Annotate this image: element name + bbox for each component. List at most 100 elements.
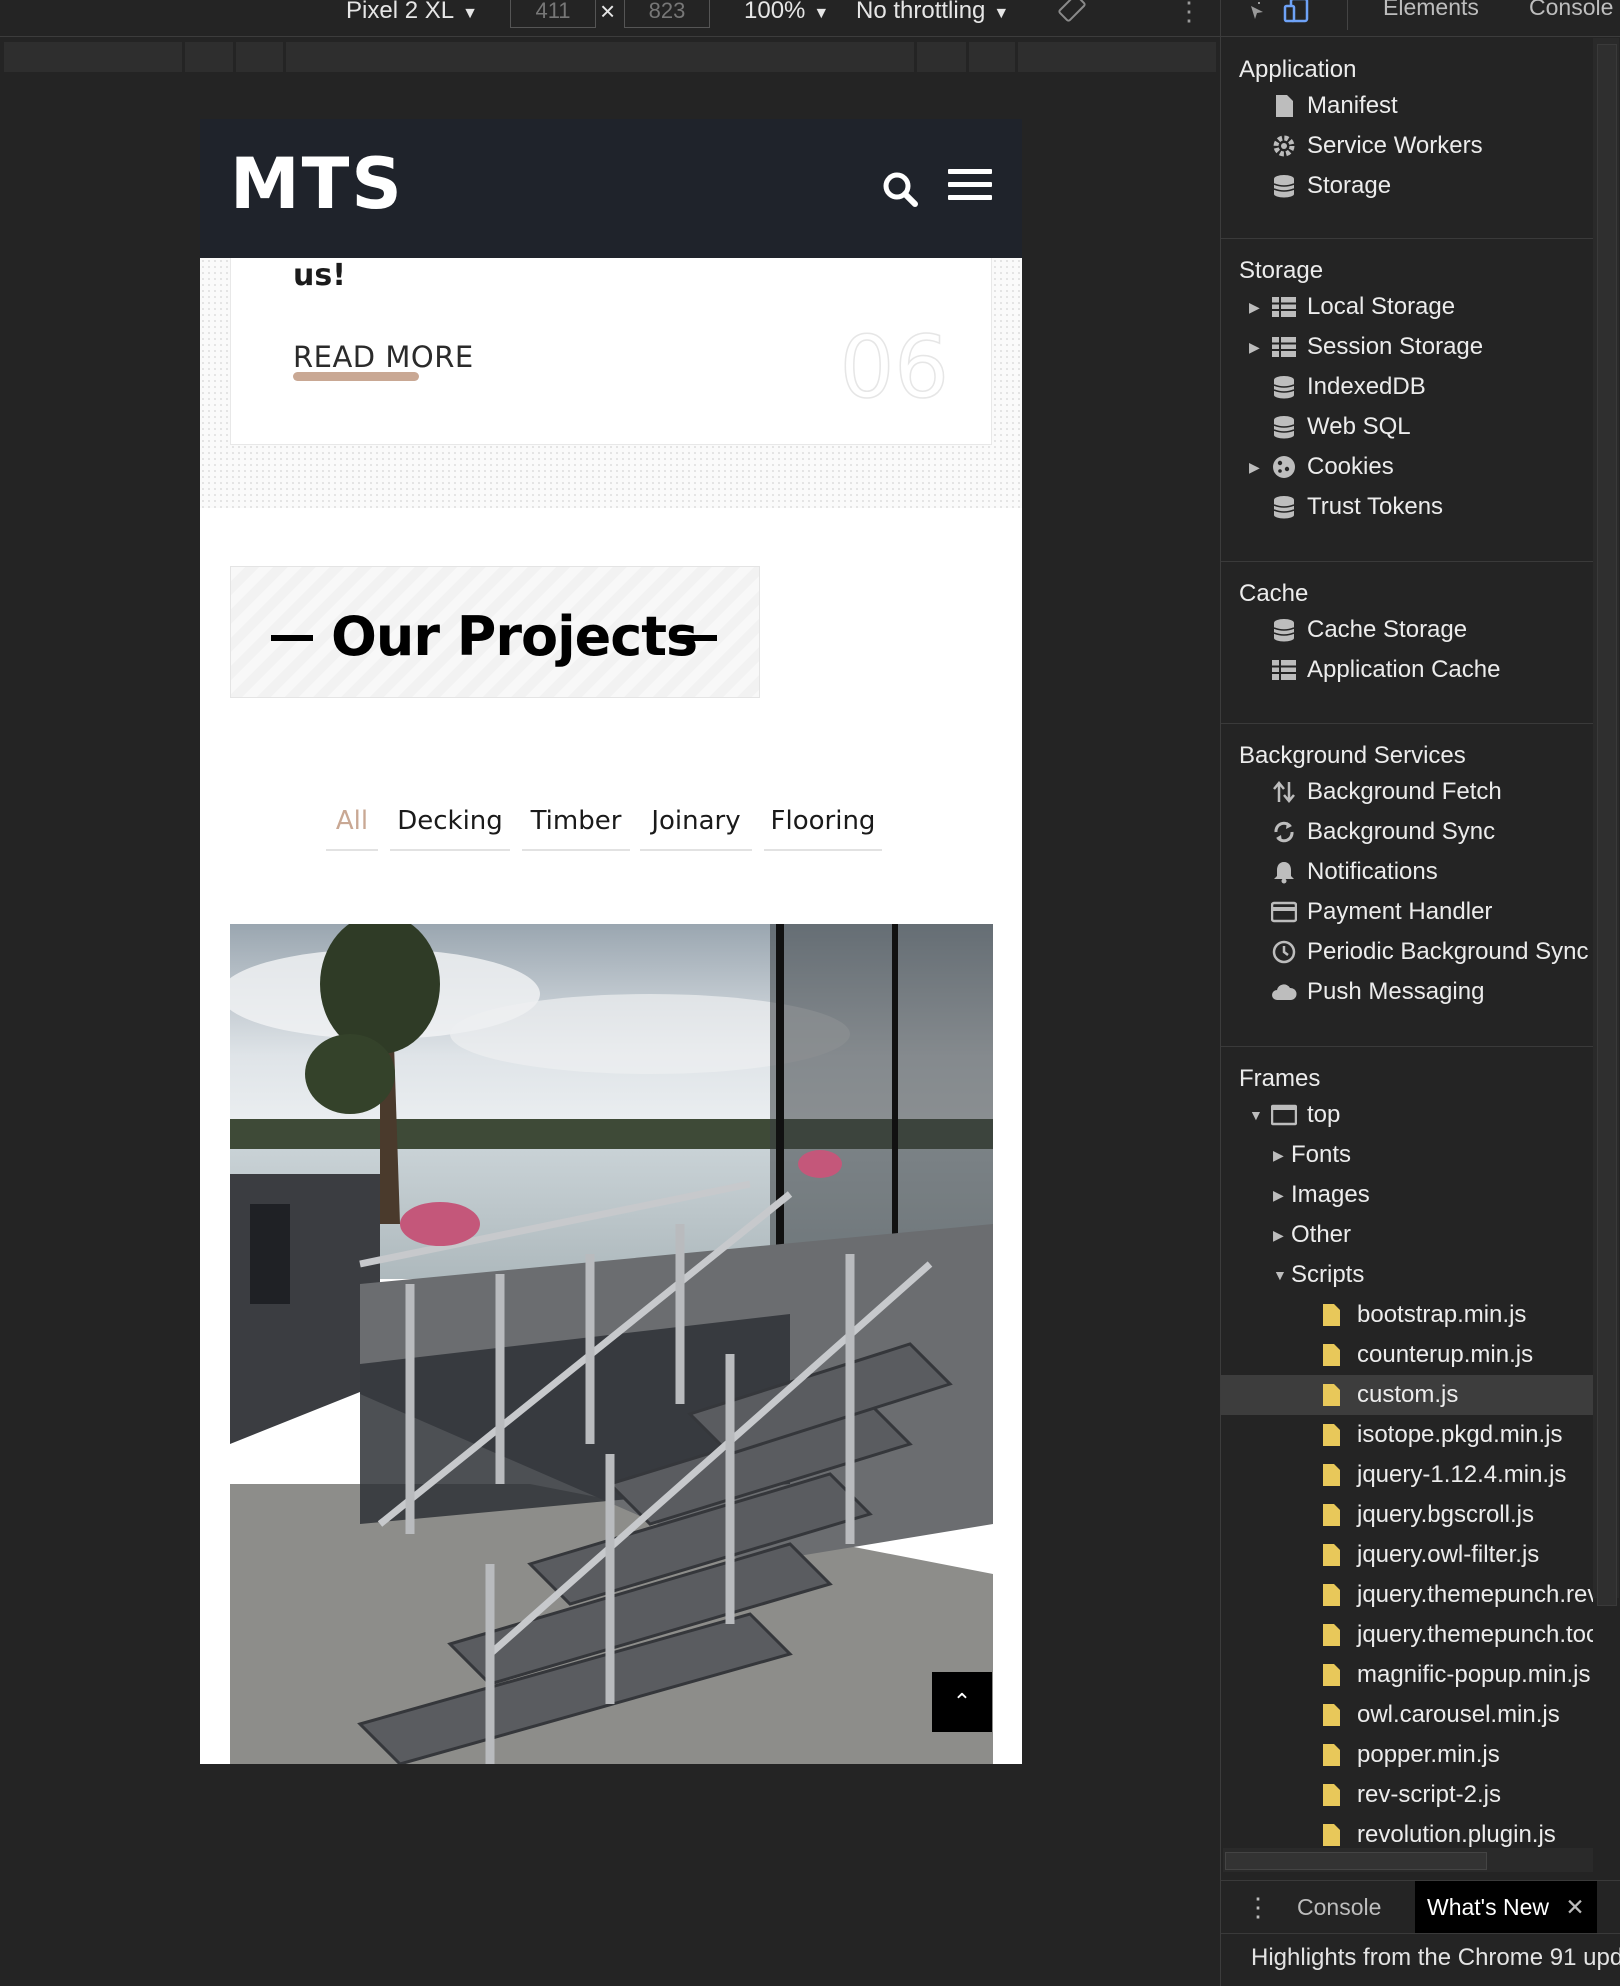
item-label: Cookies [1307,453,1394,480]
device-select[interactable]: Pixel 2 XL ▼ [346,0,478,28]
collapse-arrow-icon[interactable]: ▼ [1249,1095,1263,1135]
script-file-item[interactable]: owl.carousel.min.js [1221,1695,1593,1735]
site-header: MTS [200,119,1022,258]
height-input[interactable]: 823 [624,0,710,28]
item-label: Payment Handler [1307,898,1493,925]
script-file-item[interactable]: bootstrap.min.js [1221,1295,1593,1335]
tab-console[interactable]: Console [1529,0,1613,21]
media-query-ruler [4,42,1216,72]
rotate-icon[interactable] [1058,0,1086,28]
drawer-menu-icon[interactable]: ⋮ [1245,1881,1271,1933]
script-file-item[interactable]: jquery-1.12.4.min.js [1221,1455,1593,1495]
expand-arrow-icon[interactable]: ▶ [1249,447,1260,487]
script-file-item[interactable]: counterup.min.js [1221,1335,1593,1375]
sidebar-item-cookies[interactable]: ▶ Cookies [1221,447,1593,487]
filter-tab-decking[interactable]: Decking [390,799,510,851]
script-file-item[interactable]: popper.min.js [1221,1735,1593,1775]
sidebar-item-application-cache[interactable]: Application Cache [1221,650,1593,690]
hamburger-menu-icon[interactable] [948,169,992,205]
filter-tab-all[interactable]: All [326,799,378,851]
device-name: Pixel 2 XL [346,0,455,24]
collapse-arrow-icon[interactable]: ▼ [1273,1255,1287,1295]
sidebar-item-session-storage[interactable]: ▶ Session Storage [1221,327,1593,367]
throttling-select[interactable]: No throttling ▼ [856,0,1009,28]
width-input[interactable]: 411 [510,0,596,28]
frame-group-other[interactable]: ▶ Other [1221,1215,1593,1255]
frame-group-fonts[interactable]: ▶ Fonts [1221,1135,1593,1175]
script-file-item[interactable]: magnific-popup.min.js [1221,1655,1593,1695]
sidebar-item-periodic-background-sync[interactable]: Periodic Background Sync [1221,932,1593,972]
section-frames: Frames ▼ top ▶ Fonts ▶ Images ▶ Other ▼ … [1221,1047,1593,1848]
script-file-item[interactable]: isotope.pkgd.min.js [1221,1415,1593,1455]
section-title: Our Projects [331,605,698,668]
tab-divider [1347,0,1348,30]
frame-group-scripts[interactable]: ▼ Scripts [1221,1255,1593,1295]
more-options-icon[interactable]: ⋮ [1176,0,1202,28]
throttling-value: No throttling [856,0,986,24]
expand-arrow-icon[interactable]: ▶ [1273,1215,1284,1255]
sidebar-item-indexeddb[interactable]: IndexedDB [1221,367,1593,407]
close-icon[interactable]: ✕ [1565,1894,1584,1920]
expand-arrow-icon[interactable]: ▶ [1249,287,1260,327]
sidebar-item-manifest[interactable]: Manifest [1221,86,1593,126]
drawer-tab-whats-new[interactable]: What's New ✕ [1415,1881,1597,1933]
sidebar-item-web-sql[interactable]: Web SQL [1221,407,1593,447]
zoom-select[interactable]: 100% ▼ [744,0,829,28]
item-label: magnific-popup.min.js [1357,1661,1591,1688]
filter-tab-flooring[interactable]: Flooring [764,799,882,851]
vertical-scrollbar[interactable] [1593,38,1619,1606]
script-file-item[interactable]: jquery.themepunch.too [1221,1615,1593,1655]
filter-tab-joinary[interactable]: Joinary [640,799,752,851]
site-logo[interactable]: MTS [230,143,404,225]
sidebar-item-storage[interactable]: Storage [1221,166,1593,206]
script-file-item[interactable]: rev-script-2.js [1221,1775,1593,1815]
frame-top[interactable]: ▼ top [1221,1095,1593,1135]
item-label: Manifest [1307,92,1398,119]
item-label: bootstrap.min.js [1357,1301,1527,1328]
frame-group-images[interactable]: ▶ Images [1221,1175,1593,1215]
horizontal-scrollbar[interactable] [1223,1848,1593,1872]
scrollbar-thumb[interactable] [1225,1852,1487,1870]
drawer-tab-console[interactable]: Console [1297,1881,1381,1933]
script-file-item[interactable]: custom.js [1221,1375,1593,1415]
sidebar-item-trust-tokens[interactable]: Trust Tokens [1221,487,1593,527]
scroll-to-top-button[interactable]: ⌃ [932,1672,992,1732]
card-number: 06 [839,317,950,419]
sidebar-item-background-sync[interactable]: Background Sync [1221,812,1593,852]
item-label: IndexedDB [1307,373,1426,400]
sidebar-item-payment-handler[interactable]: Payment Handler [1221,892,1593,932]
project-filter-tabs: All Decking Timber Joinary Flooring [200,799,1022,851]
sidebar-item-notifications[interactable]: Notifications [1221,852,1593,892]
drawer-tabbar: ⋮ Console What's New ✕ [1221,1880,1620,1934]
expand-arrow-icon[interactable]: ▶ [1249,327,1260,367]
section-title: Storage [1239,257,1324,284]
scrollbar-thumb[interactable] [1597,44,1617,1606]
sidebar-item-service-workers[interactable]: Service Workers [1221,126,1593,166]
js-file-icon [1323,1584,1340,1606]
expand-arrow-icon[interactable]: ▶ [1273,1135,1284,1175]
script-file-item[interactable]: jquery.owl-filter.js [1221,1535,1593,1575]
tab-elements[interactable]: Elements [1383,0,1479,21]
item-label: Application Cache [1307,656,1501,683]
project-photo[interactable] [230,924,993,1764]
clock-icon [1272,940,1296,964]
sidebar-item-local-storage[interactable]: ▶ Local Storage [1221,287,1593,327]
section-storage: Storage ▶ Local Storage ▶ Session Storag… [1221,239,1593,562]
sidebar-item-push-messaging[interactable]: Push Messaging [1221,972,1593,1012]
sidebar-item-background-fetch[interactable]: Background Fetch [1221,772,1593,812]
database-icon [1273,376,1295,399]
script-file-item[interactable]: revolution.plugin.js [1221,1815,1593,1848]
device-toggle-icon[interactable] [1283,0,1313,30]
search-icon[interactable] [880,169,920,209]
script-file-item[interactable]: jquery.bgscroll.js [1221,1495,1593,1535]
expand-arrow-icon[interactable]: ▶ [1273,1175,1284,1215]
sidebar-item-cache-storage[interactable]: Cache Storage [1221,610,1593,650]
window-icon [1271,1104,1297,1126]
section-background-services: Background Services Background Fetch Bac… [1221,724,1593,1047]
devtools-panel: Elements Console Application Manifest Se… [1220,0,1620,1986]
read-more-link[interactable]: READ MORE [293,340,474,374]
filter-tab-timber[interactable]: Timber [522,799,630,851]
inspect-element-icon[interactable] [1239,0,1267,28]
item-label: jquery.owl-filter.js [1357,1541,1540,1568]
script-file-item[interactable]: jquery.themepunch.rev [1221,1575,1593,1615]
